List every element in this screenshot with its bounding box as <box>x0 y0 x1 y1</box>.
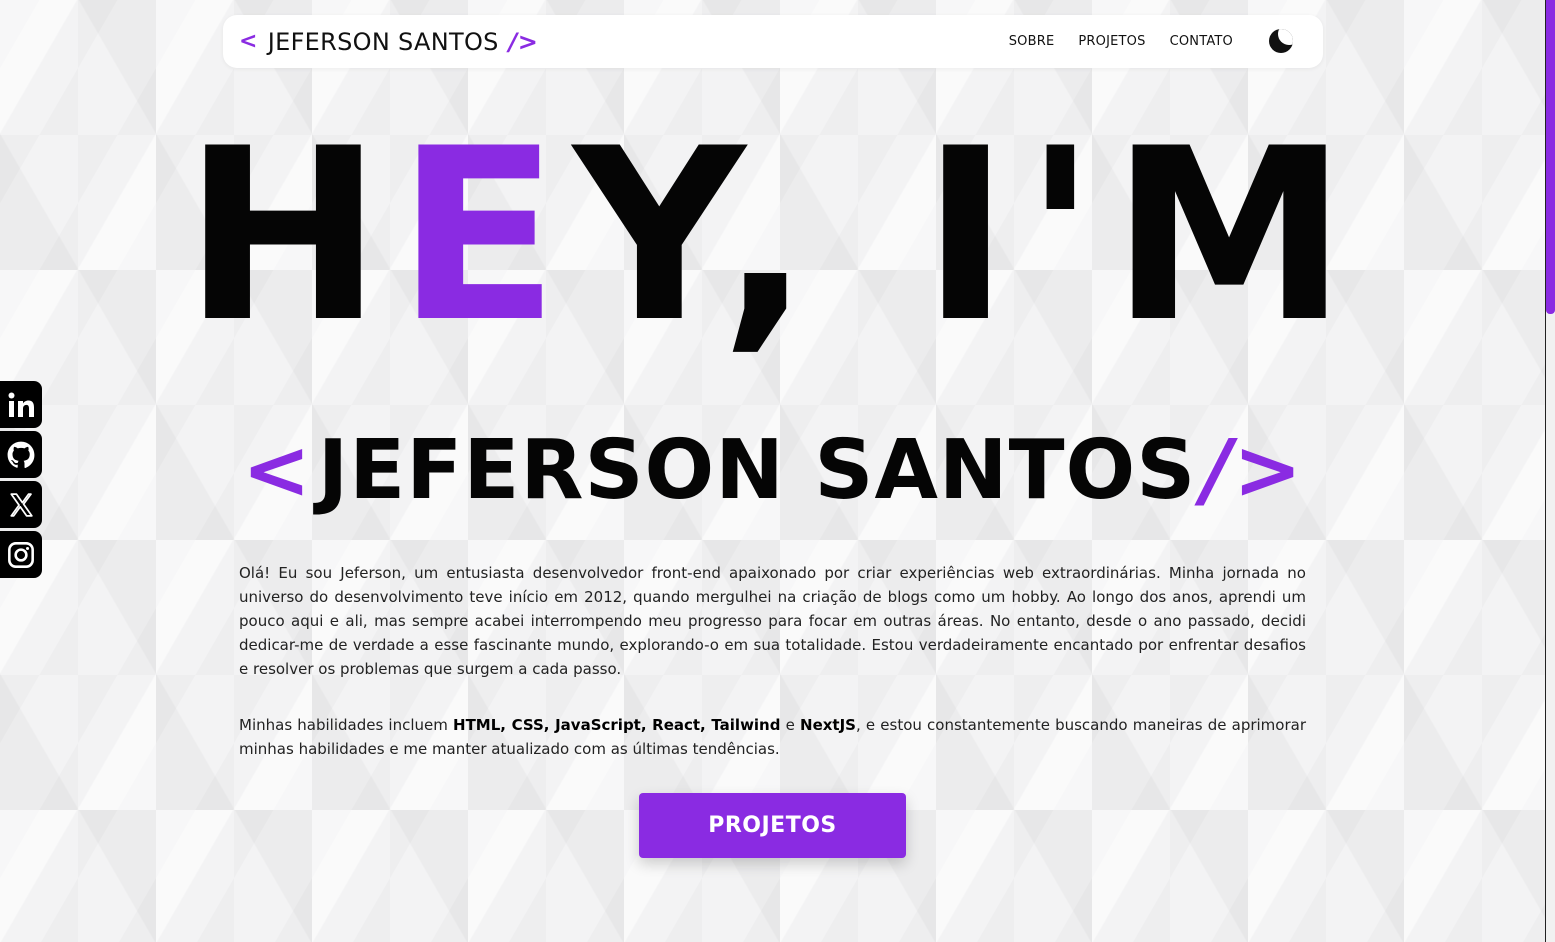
theme-toggle-button[interactable] <box>1267 28 1295 56</box>
skills-list: HTML, CSS, JavaScript, React, Tailwind <box>453 716 781 734</box>
nav-links: SOBRE PROJETOS CONTATO <box>985 28 1295 56</box>
projects-button[interactable]: PROJETOS <box>639 793 906 858</box>
name-close-bracket: /> <box>1202 423 1303 518</box>
skills-intro: Minhas habilidades incluem <box>239 716 454 734</box>
name-text: JEFERSON SANTOS <box>317 423 1197 518</box>
instagram-icon <box>8 541 34 568</box>
hero-title-end: Y, I'M <box>573 98 1362 375</box>
moon-icon <box>1269 28 1293 53</box>
hero-name: <JEFERSON SANTOS/> <box>0 430 1545 512</box>
about-paragraph-1: Olá! Eu sou Jeferson, um entusiasta dese… <box>239 564 1306 678</box>
hero-title-start: H <box>183 98 397 375</box>
skills-last: NextJS <box>800 716 856 734</box>
linkedin-link[interactable] <box>0 381 42 428</box>
brand-close-bracket: /> <box>508 27 539 56</box>
linkedin-icon <box>8 392 34 417</box>
name-open-bracket: < <box>242 423 312 518</box>
hero-title: HEY, I'M <box>0 118 1545 356</box>
scrollbar-thumb[interactable] <box>1546 0 1555 314</box>
instagram-link[interactable] <box>0 531 42 578</box>
nav-link-contato[interactable]: CONTATO <box>1170 34 1233 49</box>
navbar: < JEFERSON SANTOS /> SOBRE PROJETOS CONT… <box>223 15 1323 68</box>
nav-link-projetos[interactable]: PROJETOS <box>1078 34 1145 49</box>
hero-title-accent-letter: E <box>396 98 574 375</box>
brand-logo[interactable]: < JEFERSON SANTOS /> <box>239 28 538 56</box>
brand-name: JEFERSON SANTOS <box>267 27 499 56</box>
skills-and: e <box>780 716 801 734</box>
nav-link-sobre[interactable]: SOBRE <box>1009 34 1055 49</box>
about-paragraph-2: Minhas habilidades incluem HTML, CSS, Ja… <box>239 713 1306 761</box>
about-section: Olá! Eu sou Jeferson, um entusiasta dese… <box>239 561 1306 761</box>
brand-open-bracket: < <box>239 29 258 54</box>
